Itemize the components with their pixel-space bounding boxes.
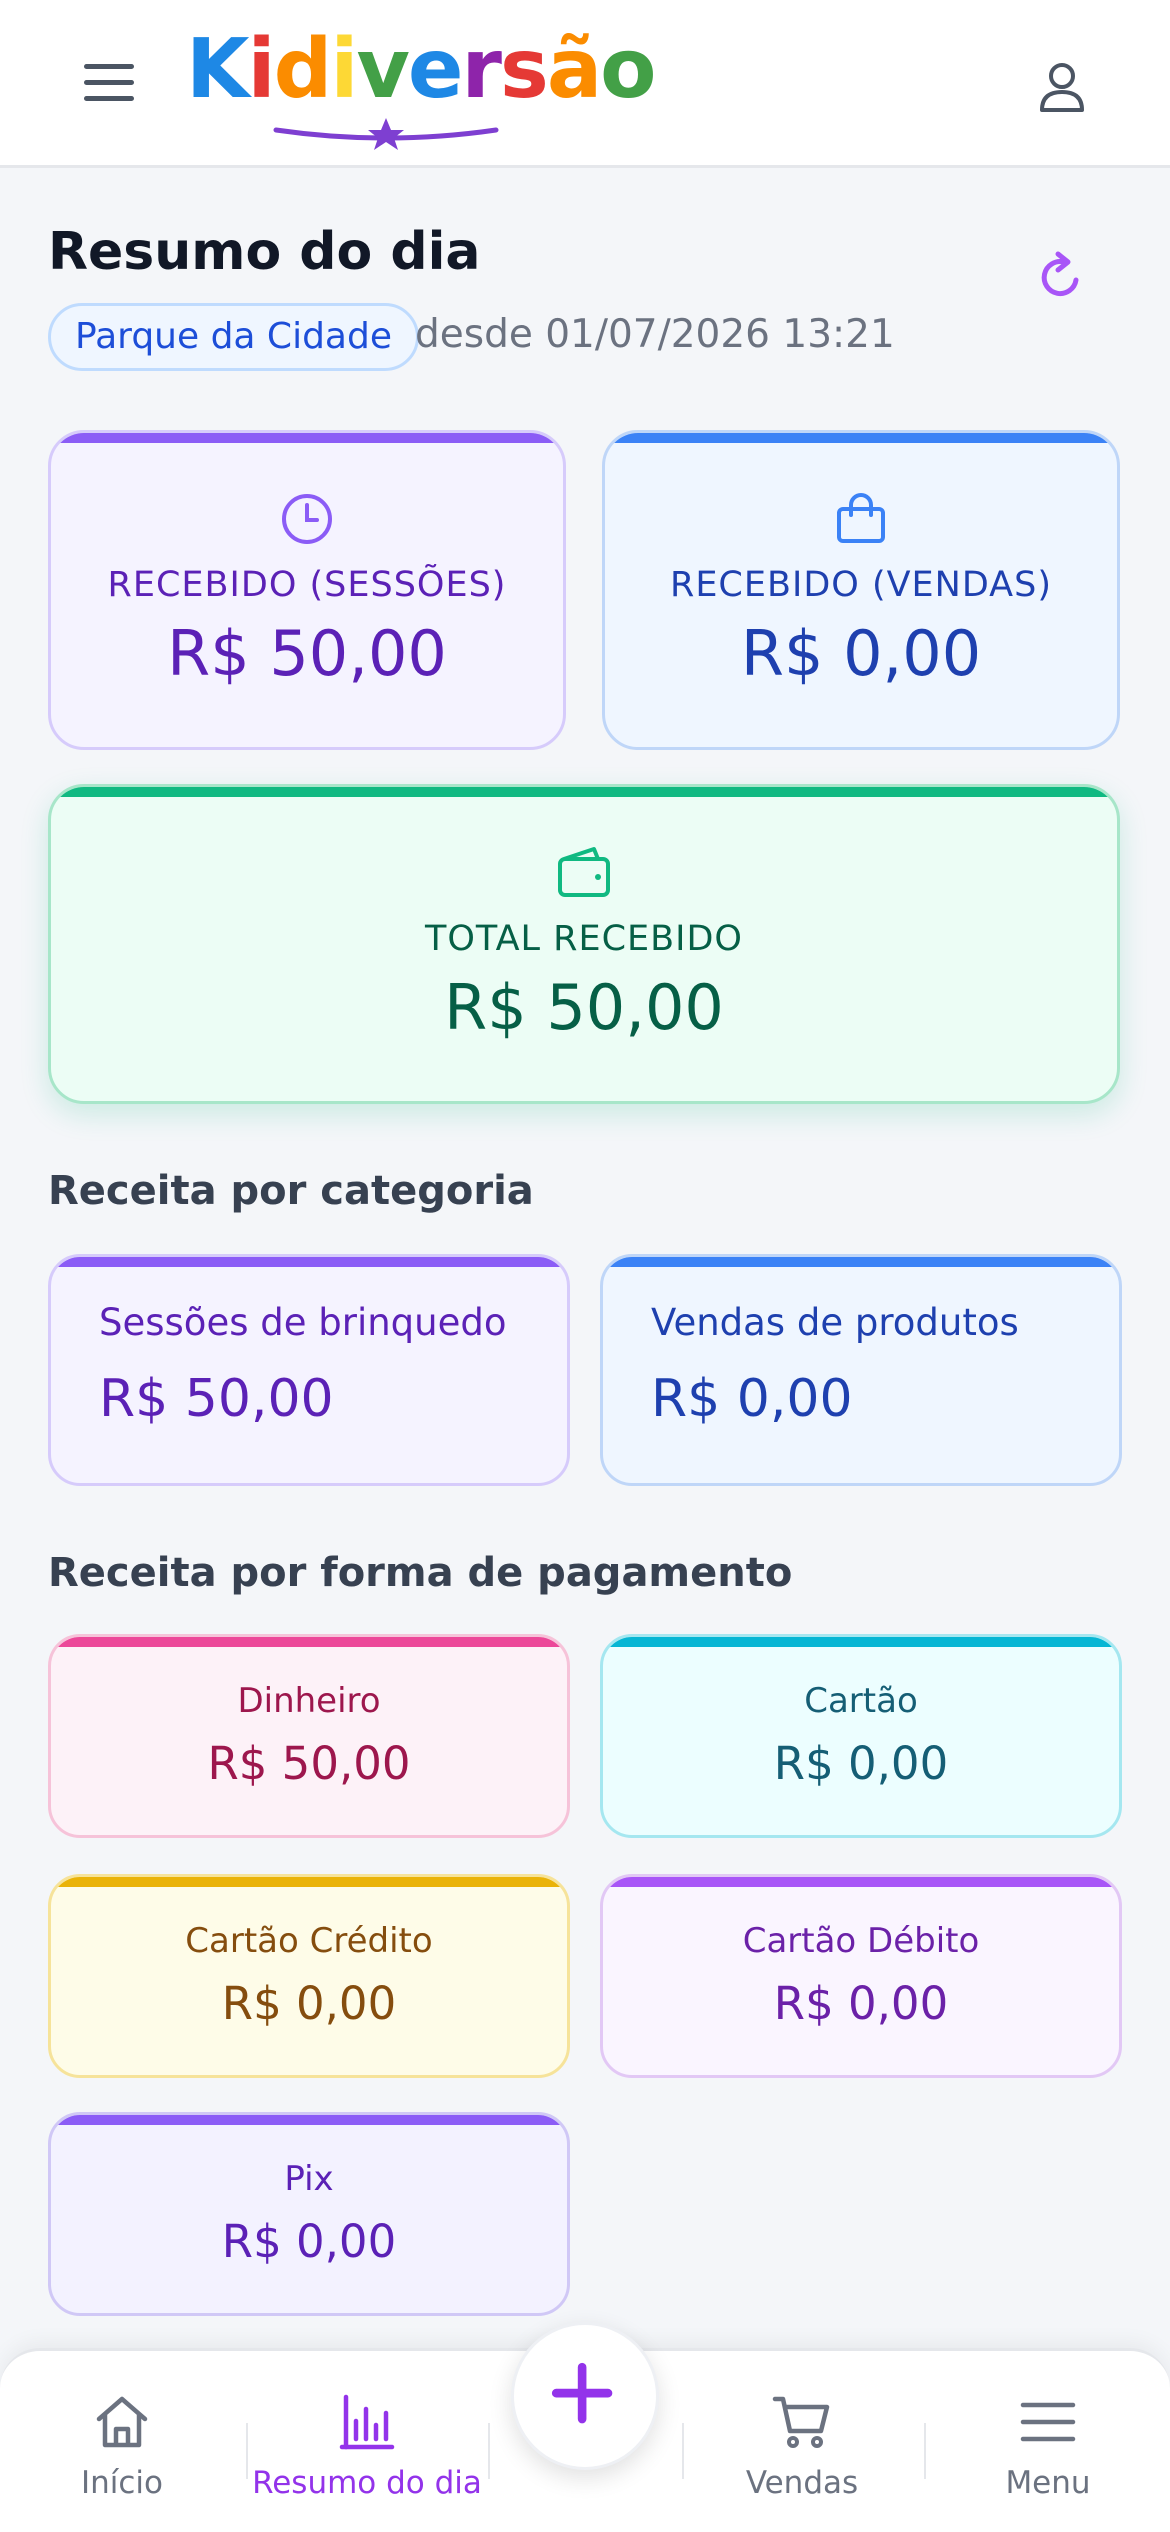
total-received-label: TOTAL RECEBIDO bbox=[425, 919, 743, 959]
payment-label: Dinheiro bbox=[237, 1681, 381, 1721]
logo-letter: v bbox=[356, 22, 409, 117]
nav-menu[interactable]: Menu bbox=[933, 2351, 1163, 2532]
nav-summary[interactable]: Resumo do dia bbox=[252, 2351, 482, 2532]
total-received-card: TOTAL RECEBIDO R$ 50,00 bbox=[48, 784, 1120, 1104]
nav-home[interactable]: Início bbox=[7, 2351, 237, 2532]
payment-card-card: Cartão R$ 0,00 bbox=[600, 1634, 1122, 1838]
payment-label: Pix bbox=[284, 2159, 334, 2199]
logo-letter: K bbox=[186, 22, 250, 117]
app-logo[interactable]: Kidiversão bbox=[186, 20, 657, 150]
payment-card-credit: Cartão Crédito R$ 0,00 bbox=[48, 1874, 570, 2078]
payment-card-cash: Dinheiro R$ 50,00 bbox=[48, 1634, 570, 1838]
payment-card-debit: Cartão Débito R$ 0,00 bbox=[600, 1874, 1122, 2078]
sessions-received-value: R$ 50,00 bbox=[167, 617, 447, 690]
refresh-icon[interactable] bbox=[1034, 250, 1088, 304]
hamburger-menu-icon[interactable] bbox=[84, 64, 134, 102]
sales-received-card: RECEBIDO (VENDAS) R$ 0,00 bbox=[602, 430, 1120, 750]
payment-value: R$ 0,00 bbox=[773, 1737, 949, 1790]
sales-received-value: R$ 0,00 bbox=[740, 617, 982, 690]
payment-section-title: Receita por forma de pagamento bbox=[48, 1550, 793, 1596]
total-received-value: R$ 50,00 bbox=[444, 971, 724, 1044]
payment-value: R$ 50,00 bbox=[207, 1737, 411, 1790]
category-label: Sessões de brinquedo bbox=[99, 1301, 507, 1344]
logo-letter: r bbox=[461, 22, 502, 117]
logo-letter: i bbox=[330, 22, 358, 117]
payment-value: R$ 0,00 bbox=[221, 1977, 397, 2030]
user-profile-icon[interactable] bbox=[1032, 56, 1092, 116]
category-value: R$ 50,00 bbox=[99, 1369, 334, 1429]
sessions-received-label: RECEBIDO (SESSÕES) bbox=[107, 565, 507, 605]
logo-letter: o bbox=[600, 22, 656, 117]
bar-chart-icon bbox=[339, 2394, 395, 2450]
logo-letter: d bbox=[273, 22, 333, 117]
logo-letter: i bbox=[247, 22, 276, 117]
location-badge[interactable]: Parque da Cidade bbox=[48, 303, 419, 371]
payment-value: R$ 0,00 bbox=[221, 2215, 397, 2268]
sales-received-label: RECEBIDO (VENDAS) bbox=[670, 565, 1052, 605]
category-label: Vendas de produtos bbox=[651, 1301, 1019, 1344]
page-title: Resumo do dia bbox=[48, 222, 481, 282]
menu-icon bbox=[1020, 2402, 1076, 2442]
payment-card-pix: Pix R$ 0,00 bbox=[48, 2112, 570, 2316]
plus-icon bbox=[551, 2362, 613, 2424]
payment-label: Cartão Crédito bbox=[185, 1921, 433, 1961]
category-card-products: Vendas de produtos R$ 0,00 bbox=[600, 1254, 1122, 1486]
app-header: Kidiversão bbox=[0, 0, 1170, 168]
add-fab-button[interactable] bbox=[511, 2322, 659, 2470]
payment-value: R$ 0,00 bbox=[773, 1977, 949, 2030]
category-value: R$ 0,00 bbox=[651, 1369, 853, 1429]
clock-icon bbox=[282, 494, 332, 544]
shopping-cart-icon bbox=[772, 2396, 830, 2448]
logo-letter: e bbox=[407, 22, 464, 117]
home-icon bbox=[96, 2396, 148, 2448]
shopping-bag-icon bbox=[837, 493, 885, 543]
sessions-received-card: RECEBIDO (SESSÕES) R$ 50,00 bbox=[48, 430, 566, 750]
category-card-sessions: Sessões de brinquedo R$ 50,00 bbox=[48, 1254, 570, 1486]
nav-home-label: Início bbox=[80, 2465, 164, 2501]
nav-menu-label: Menu bbox=[1005, 2465, 1091, 2501]
wallet-icon bbox=[558, 847, 610, 897]
logo-letter: s bbox=[500, 22, 549, 117]
nav-summary-label: Resumo do dia bbox=[252, 2465, 482, 2501]
logo-star-underline-icon bbox=[273, 118, 499, 150]
logo-text: Kidiversão bbox=[186, 20, 657, 120]
logo-letter: ã bbox=[546, 22, 602, 117]
since-timestamp: desde 01/07/2026 13:21 bbox=[415, 312, 895, 357]
payment-label: Cartão bbox=[804, 1681, 918, 1721]
nav-sales[interactable]: Vendas bbox=[687, 2351, 917, 2532]
payment-label: Cartão Débito bbox=[742, 1921, 980, 1961]
nav-sales-label: Vendas bbox=[745, 2465, 859, 2501]
category-section-title: Receita por categoria bbox=[48, 1168, 534, 1214]
